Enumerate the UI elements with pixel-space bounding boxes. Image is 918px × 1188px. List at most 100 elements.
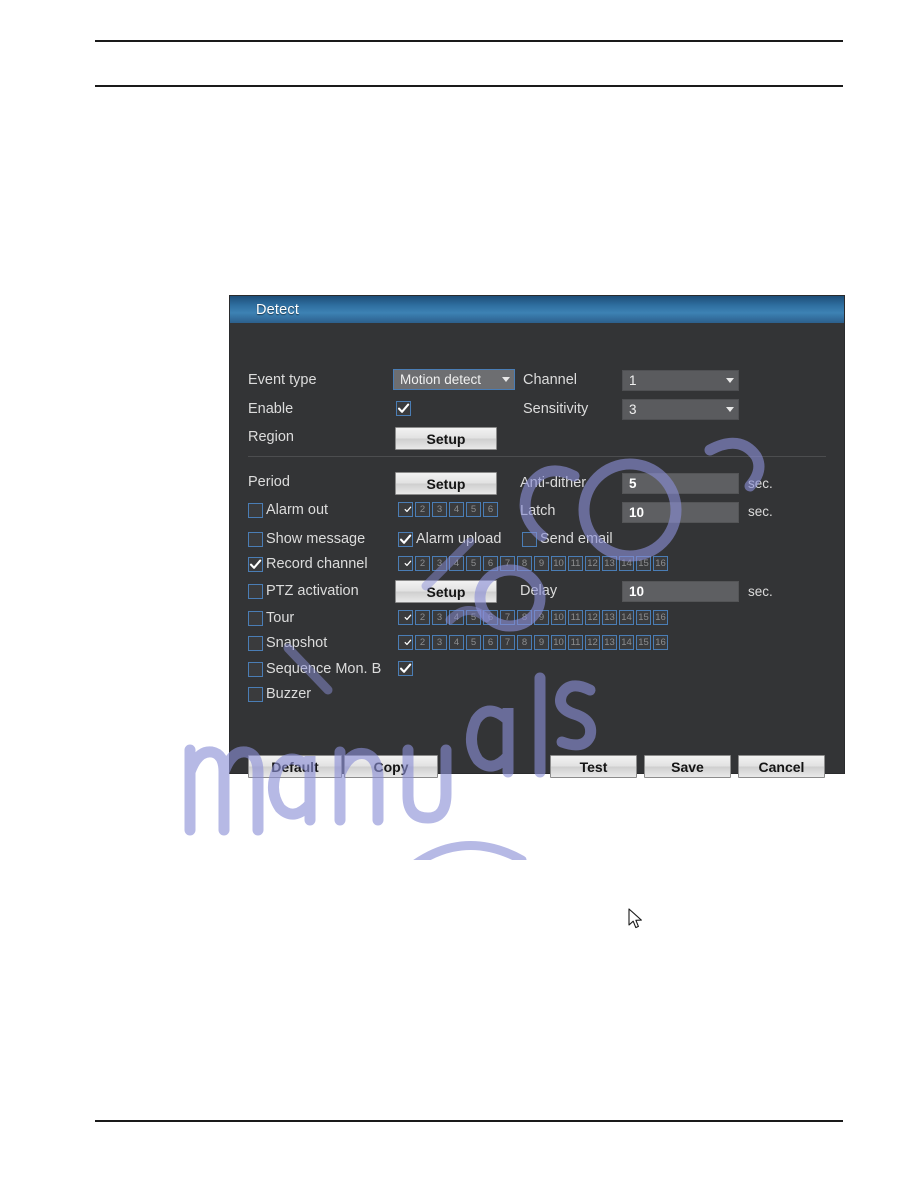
channel-box[interactable]: 6 <box>483 635 498 650</box>
channel-box[interactable]: 4 <box>449 502 464 517</box>
channel-box[interactable]: 13 <box>602 635 617 650</box>
sequence-mon-b-extra-checkbox[interactable] <box>398 661 413 676</box>
check-icon <box>399 663 412 673</box>
tour-label: Tour <box>266 610 295 626</box>
check-icon <box>397 403 410 413</box>
channel-box[interactable]: 8 <box>517 610 532 625</box>
ptz-activation-checkbox[interactable] <box>248 583 263 599</box>
copy-button[interactable]: Copy <box>344 755 438 778</box>
channel-box[interactable]: 1 <box>398 556 413 571</box>
period-setup-button[interactable]: Setup <box>395 472 497 495</box>
check-icon <box>249 559 262 569</box>
channel-box[interactable]: 2 <box>415 502 430 517</box>
channel-box[interactable]: 7 <box>500 635 515 650</box>
channel-box[interactable]: 14 <box>619 610 634 625</box>
channel-box[interactable]: 14 <box>619 635 634 650</box>
buzzer-label: Buzzer <box>266 686 312 702</box>
dialog-titlebar: Detect <box>230 296 844 323</box>
show-message-checkbox[interactable] <box>248 531 263 547</box>
channel-box[interactable]: 11 <box>568 610 583 625</box>
channel-box[interactable]: 3 <box>432 610 447 625</box>
channel-box[interactable]: 2 <box>415 556 430 571</box>
test-button[interactable]: Test <box>550 755 637 778</box>
alarm-upload-row: Alarm upload <box>398 531 501 547</box>
channel-box[interactable]: 12 <box>585 635 600 650</box>
delay-input[interactable]: 10 <box>622 581 739 602</box>
channel-box[interactable]: 15 <box>636 556 651 571</box>
channel-box[interactable]: 5 <box>466 635 481 650</box>
channel-box[interactable]: 7 <box>500 556 515 571</box>
cancel-button[interactable]: Cancel <box>738 755 825 778</box>
channel-box[interactable]: 1 <box>398 610 413 625</box>
snapshot-checkbox[interactable] <box>248 635 263 651</box>
channel-box[interactable]: 5 <box>466 610 481 625</box>
check-icon <box>404 639 412 646</box>
channel-box[interactable]: 6 <box>483 610 498 625</box>
show-message-label: Show message <box>266 531 366 547</box>
channel-box[interactable]: 9 <box>534 610 549 625</box>
channel-box[interactable]: 15 <box>636 635 651 650</box>
channel-box[interactable]: 10 <box>551 610 566 625</box>
channel-box[interactable]: 3 <box>432 635 447 650</box>
channel-box[interactable]: 16 <box>653 635 668 650</box>
channel-box[interactable]: 13 <box>602 556 617 571</box>
channel-box[interactable]: 16 <box>653 610 668 625</box>
default-button[interactable]: Default <box>248 755 342 778</box>
channel-box[interactable]: 5 <box>466 556 481 571</box>
channel-box[interactable]: 1 <box>398 502 413 517</box>
buzzer-checkbox[interactable] <box>248 686 263 702</box>
channel-box[interactable]: 15 <box>636 610 651 625</box>
record-channel-checkbox[interactable] <box>248 556 263 572</box>
alarm-upload-label: Alarm upload <box>416 531 502 547</box>
channel-box[interactable]: 10 <box>551 556 566 571</box>
channel-box[interactable]: 11 <box>568 556 583 571</box>
channel-box[interactable]: 12 <box>585 610 600 625</box>
ptz-setup-button[interactable]: Setup <box>395 580 497 603</box>
channel-box[interactable]: 12 <box>585 556 600 571</box>
alarm-upload-checkbox[interactable] <box>398 531 413 547</box>
channel-box[interactable]: 2 <box>415 610 430 625</box>
latch-input[interactable]: 10 <box>622 502 739 523</box>
save-button[interactable]: Save <box>644 755 731 778</box>
channel-box[interactable]: 2 <box>415 635 430 650</box>
channel-box[interactable]: 13 <box>602 610 617 625</box>
sequence-mon-b-checkbox[interactable] <box>248 661 263 677</box>
channel-box[interactable]: 3 <box>432 502 447 517</box>
channel-box[interactable]: 4 <box>449 610 464 625</box>
channel-box[interactable]: 5 <box>466 502 481 517</box>
snapshot-channel-strip: 12345678910111213141516 <box>398 635 668 650</box>
latch-unit: sec. <box>748 504 773 519</box>
tour-row: Tour <box>248 610 294 626</box>
sensitivity-select[interactable]: 3 <box>622 399 739 420</box>
channel-box[interactable]: 6 <box>483 502 498 517</box>
channel-box[interactable]: 4 <box>449 556 464 571</box>
send-email-checkbox[interactable] <box>522 531 537 547</box>
buzzer-row: Buzzer <box>248 686 311 702</box>
channel-box[interactable]: 4 <box>449 635 464 650</box>
check-icon <box>404 560 412 567</box>
event-type-select[interactable]: Motion detect <box>393 369 515 390</box>
sequence-mon-b-row: Sequence Mon. B <box>248 661 381 677</box>
channel-box[interactable]: 3 <box>432 556 447 571</box>
channel-box[interactable]: 9 <box>534 556 549 571</box>
anti-dither-label: Anti-dither <box>520 475 587 491</box>
channel-box[interactable]: 8 <box>517 556 532 571</box>
channel-box[interactable]: 9 <box>534 635 549 650</box>
channel-box[interactable]: 14 <box>619 556 634 571</box>
channel-box[interactable]: 7 <box>500 610 515 625</box>
header-rule-top <box>95 40 843 42</box>
channel-box[interactable]: 16 <box>653 556 668 571</box>
channel-box[interactable]: 6 <box>483 556 498 571</box>
tour-checkbox[interactable] <box>248 610 263 626</box>
channel-box[interactable]: 1 <box>398 635 413 650</box>
delay-unit: sec. <box>748 584 773 599</box>
enable-checkbox[interactable] <box>396 401 411 416</box>
alarm-out-checkbox[interactable] <box>248 502 263 518</box>
channel-box[interactable]: 10 <box>551 635 566 650</box>
anti-dither-input[interactable]: 5 <box>622 473 739 494</box>
channel-label: Channel <box>523 372 578 388</box>
channel-box[interactable]: 11 <box>568 635 583 650</box>
region-setup-button[interactable]: Setup <box>395 427 497 450</box>
channel-select[interactable]: 1 <box>622 370 739 391</box>
channel-box[interactable]: 8 <box>517 635 532 650</box>
